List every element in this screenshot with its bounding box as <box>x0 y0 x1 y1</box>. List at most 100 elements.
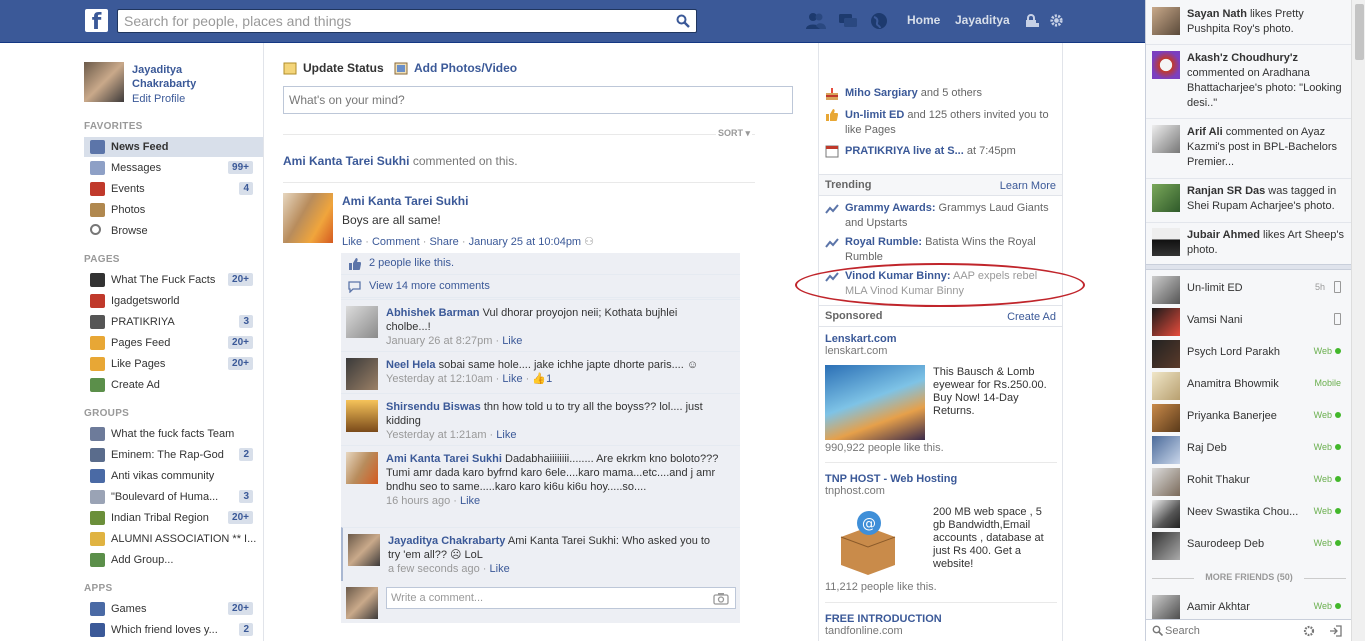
sidebar-item-page[interactable]: What The Fuck Facts 20+ <box>84 270 263 290</box>
ad-unit[interactable]: Lenskart.com lenskart.com This Bausch & … <box>825 333 1057 463</box>
learn-more-link[interactable]: Learn More <box>1000 180 1056 192</box>
sidebar-item-group[interactable]: ALUMNI ASSOCIATION ** I... <box>84 529 263 549</box>
comment-like-link[interactable]: Like <box>502 373 522 385</box>
chat-friend[interactable]: Priyanka Banerjee Web <box>1146 401 1351 433</box>
commenter-avatar[interactable] <box>346 452 378 484</box>
status-input[interactable] <box>283 86 793 114</box>
comment-link[interactable]: Comment <box>372 236 420 248</box>
hosting-box-icon[interactable]: @ <box>833 507 903 577</box>
ad-unit[interactable]: FREE INTRODUCTION tandfonline.com <box>825 613 1057 641</box>
story-author[interactable]: Ami Kanta Tarei Sukhi <box>342 194 468 208</box>
chat-friend[interactable]: Anamitra Bhowmik Mobile <box>1146 369 1351 401</box>
commenter-avatar[interactable] <box>346 358 378 390</box>
profile-avatar[interactable] <box>84 62 124 102</box>
sidebar-item-browse[interactable]: Browse <box>84 221 263 241</box>
create-ad-link[interactable]: Create Ad <box>1007 311 1056 323</box>
comment-like-count[interactable]: 👍1 <box>532 373 552 385</box>
sidebar-item-add-group[interactable]: Add Group... <box>84 550 263 570</box>
comment-time[interactable]: January 26 at 8:27pm <box>386 335 492 347</box>
commenter-name[interactable]: Jayaditya Chakrabarty <box>388 535 505 547</box>
search-box[interactable] <box>117 9 697 33</box>
scrollbar-thumb[interactable] <box>1355 4 1364 60</box>
ticker-item[interactable]: Akash'z Choudhury'z commented on Aradhan… <box>1146 45 1351 119</box>
messages-icon[interactable] <box>838 12 858 30</box>
story-photo[interactable] <box>283 193 333 243</box>
sidebar-item-group[interactable]: What the fuck facts Team <box>84 424 263 444</box>
chat-friend[interactable]: Raj Deb Web <box>1146 433 1351 465</box>
event-item[interactable]: PRATIKRIYA live at S... at 7:45pm <box>825 144 1061 162</box>
sidebar-item-group[interactable]: Eminem: The Rap-God 2 <box>84 445 263 465</box>
home-link[interactable]: Home <box>907 13 940 27</box>
search-icon[interactable] <box>676 14 690 28</box>
comment-like-link[interactable]: Like <box>460 495 480 507</box>
event-item[interactable]: Miho Sargiary and 5 others <box>825 86 1061 104</box>
notifications-globe-icon[interactable] <box>869 12 889 30</box>
camera-icon[interactable] <box>713 592 729 605</box>
privacy-lock-icon[interactable] <box>1024 14 1040 28</box>
sort-dropdown[interactable]: SORT ▾ <box>716 128 753 139</box>
trending-item[interactable]: Royal Rumble: Batista Wins the Royal Rum… <box>825 235 1061 267</box>
chat-friend[interactable]: Psych Lord Parakh Web <box>1146 337 1351 369</box>
ad-unit[interactable]: TNP HOST - Web Hosting tnphost.com @ 200… <box>825 473 1057 603</box>
commenter-name[interactable]: Neel Hela <box>386 359 436 371</box>
sidebar-item-news-feed[interactable]: News Feed <box>84 137 263 157</box>
chat-friend[interactable]: Un-limit ED 5h <box>1146 273 1351 305</box>
sidebar-item-photos[interactable]: Photos <box>84 200 263 220</box>
comment-like-link[interactable]: Like <box>490 563 510 575</box>
settings-gear-icon[interactable] <box>1049 13 1064 28</box>
facebook-logo[interactable]: f <box>85 9 108 32</box>
sidebar-item-group[interactable]: Anti vikas community <box>84 466 263 486</box>
sidebar-item-messages[interactable]: Messages 99+ <box>84 158 263 178</box>
update-status-tab[interactable]: Update Status <box>283 61 384 75</box>
ad-image[interactable] <box>825 365 925 440</box>
audience-friends-icon[interactable]: ⚇ <box>584 236 594 248</box>
view-more-comments-link[interactable]: View 14 more comments <box>369 280 490 292</box>
commenter-avatar[interactable] <box>348 534 380 566</box>
story-header-actor[interactable]: Ami Kanta Tarei Sukhi <box>283 154 409 168</box>
profile-name[interactable]: Jayaditya Chakrabarty <box>132 63 242 91</box>
add-photos-tab[interactable]: Add Photos/Video <box>394 61 517 75</box>
write-comment-input[interactable] <box>386 587 736 609</box>
profile-link[interactable]: Jayaditya <box>955 13 1010 27</box>
sidebar-item-app[interactable]: Which friend loves y... 2 <box>84 620 263 640</box>
chat-options-gear-icon[interactable] <box>1303 625 1315 637</box>
commenter-name[interactable]: Shirsendu Biswas <box>386 401 481 413</box>
ticker-resize-handle[interactable] <box>1146 264 1351 270</box>
ticker-item[interactable]: Ranjan SR Das was tagged in Shei Rupam A… <box>1146 179 1351 223</box>
friend-requests-icon[interactable] <box>806 12 826 30</box>
event-item[interactable]: Un-limit ED and 125 others invited you t… <box>825 108 1061 140</box>
sidebar-item-create-ad[interactable]: Create Ad <box>84 375 263 395</box>
chat-search-input[interactable] <box>1149 623 1289 639</box>
commenter-name[interactable]: Ami Kanta Tarei Sukhi <box>386 453 502 465</box>
commenter-avatar[interactable] <box>346 306 378 338</box>
comment-time[interactable]: a few seconds ago <box>388 563 480 575</box>
ad-title[interactable]: TNP HOST - Web Hosting <box>825 473 1057 485</box>
sidebar-item-group[interactable]: Indian Tribal Region 20+ <box>84 508 263 528</box>
sidebar-item-like-pages[interactable]: Like Pages 20+ <box>84 354 263 374</box>
share-link[interactable]: Share <box>429 236 458 248</box>
chat-friend[interactable]: Saurodeep Deb Web <box>1146 529 1351 561</box>
search-input[interactable] <box>118 10 658 32</box>
sidebar-item-page[interactable]: PRATIKRIYA 3 <box>84 312 263 332</box>
hide-sidebar-icon[interactable] <box>1329 625 1342 637</box>
ticker-item[interactable]: Arif Ali commented on Ayaz Kazmi's post … <box>1146 119 1351 179</box>
sidebar-item-group[interactable]: "Boulevard of Huma... 3 <box>84 487 263 507</box>
comment-like-link[interactable]: Like <box>496 429 516 441</box>
comment-time[interactable]: Yesterday at 1:21am <box>386 429 487 441</box>
sidebar-item-games[interactable]: Games 20+ <box>84 599 263 619</box>
sidebar-item-pages-feed[interactable]: Pages Feed 20+ <box>84 333 263 353</box>
sidebar-item-page[interactable]: Igadgetsworld <box>84 291 263 311</box>
comment-time[interactable]: 16 hours ago <box>386 495 450 507</box>
comment-like-link[interactable]: Like <box>502 335 522 347</box>
ticker-item[interactable]: Sayan Nath likes Pretty Pushpita Roy's p… <box>1146 0 1351 45</box>
ad-title[interactable]: Lenskart.com <box>825 333 1057 345</box>
trending-item[interactable]: Grammy Awards: Grammys Laud Giants and U… <box>825 201 1061 233</box>
sidebar-item-events[interactable]: Events 4 <box>84 179 263 199</box>
chat-friend[interactable]: Neev Swastika Chou... Web <box>1146 497 1351 529</box>
like-link[interactable]: Like <box>342 236 362 248</box>
chat-friend[interactable]: Vamsi Nani <box>1146 305 1351 337</box>
edit-profile-link[interactable]: Edit Profile <box>132 93 185 105</box>
timestamp-link[interactable]: January 25 at 10:04pm <box>469 236 582 248</box>
ad-title[interactable]: FREE INTRODUCTION <box>825 613 1057 625</box>
trending-item[interactable]: Vinod Kumar Binny: AAP expels rebel MLA … <box>825 269 1061 301</box>
